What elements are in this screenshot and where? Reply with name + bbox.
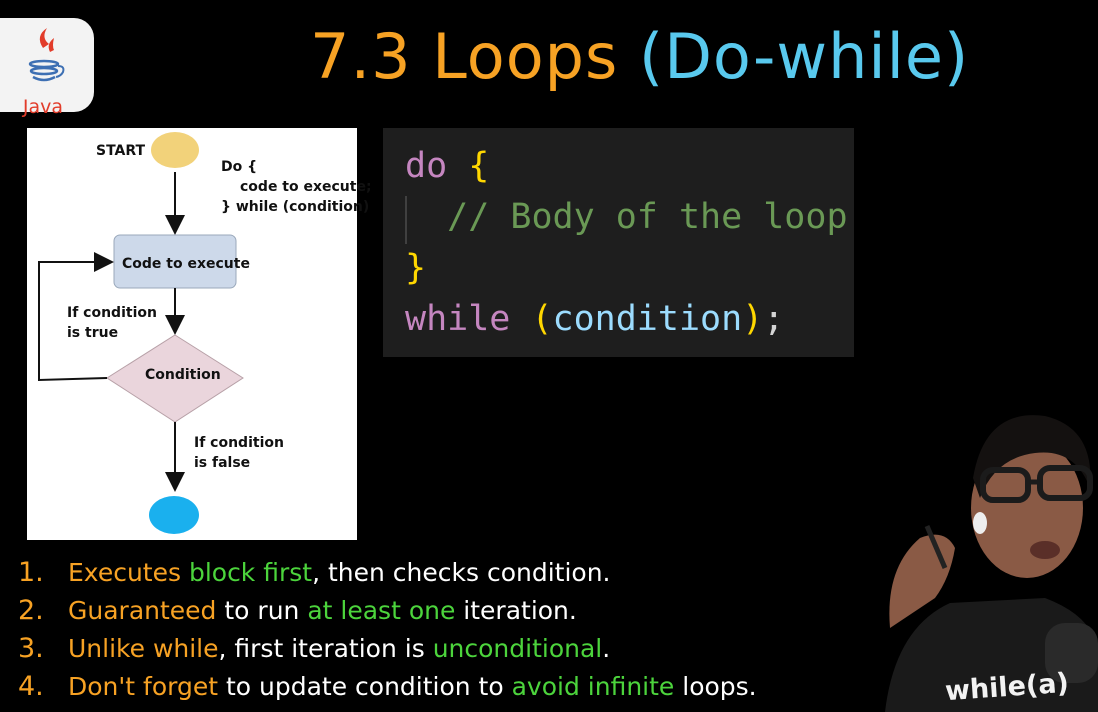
key-points-list: 1. Executes block first, then checks cond…	[18, 554, 757, 706]
point-text: Guaranteed	[68, 596, 217, 625]
syntax-line-1: Do {	[221, 159, 258, 175]
point-2: 2. Guaranteed to run at least one iterati…	[18, 592, 757, 630]
do-keyword: do	[405, 146, 448, 186]
false-branch-label-2: is false	[194, 455, 251, 471]
point-text: at least one	[307, 596, 456, 625]
page-title: 7.3 Loops (Do-while)	[310, 18, 969, 96]
code-line-2: // Body of the loop	[405, 195, 848, 239]
java-logo-text: Java	[22, 96, 64, 118]
point-3: 3. Unlike while, first iteration is uncon…	[18, 630, 757, 668]
point-text: Don't forget	[68, 672, 218, 701]
code-line-4: while (condition);	[405, 297, 784, 341]
point-number: 1.	[18, 557, 44, 588]
point-text: avoid infinite	[511, 672, 675, 701]
point-text: unconditional	[432, 634, 603, 663]
point-text: iteration.	[455, 596, 577, 625]
open-paren: (	[531, 299, 553, 339]
point-text: Executes	[68, 558, 189, 587]
true-branch-label-1: If condition	[67, 305, 157, 321]
point-text: to run	[216, 596, 308, 625]
point-text: , first iteration is	[218, 634, 433, 663]
java-logo: Java	[0, 18, 94, 118]
point-4: 4. Don't forget to update condition to av…	[18, 668, 757, 706]
point-1: 1. Executes block first, then checks cond…	[18, 554, 757, 592]
code-line-3: }	[405, 246, 426, 290]
true-branch-label-2: is true	[67, 325, 119, 341]
end-node	[149, 496, 199, 534]
point-text: , then checks condition.	[312, 558, 611, 587]
decision-label: Condition	[145, 367, 221, 383]
point-text: Unlike while	[68, 634, 219, 663]
syntax-line-3: } while (condition)	[221, 199, 370, 215]
semicolon: ;	[763, 299, 785, 339]
point-text: block first	[188, 558, 313, 587]
open-brace: {	[468, 146, 490, 186]
point-number: 4.	[18, 671, 44, 702]
point-number: 3.	[18, 633, 44, 664]
false-branch-label-1: If condition	[194, 435, 284, 451]
point-text: to update condition to	[218, 672, 512, 701]
process-label: Code to execute	[122, 256, 250, 272]
start-node	[151, 132, 199, 168]
while-keyword: while	[405, 299, 511, 339]
code-line-1: do {	[405, 144, 489, 188]
point-number: 2.	[18, 595, 44, 626]
flowchart-diagram: START Do { code to execute; } while (con…	[27, 128, 372, 540]
syntax-line-2: code to execute;	[240, 179, 372, 195]
code-panel: do { // Body of the loop } while (condit…	[383, 128, 854, 357]
start-label: START	[96, 143, 146, 159]
title-main: 7.3 Loops	[310, 20, 639, 93]
body-comment: // Body of the loop	[447, 197, 848, 237]
title-sub: (Do-while)	[639, 20, 970, 93]
point-text: loops.	[674, 672, 757, 701]
close-brace: }	[405, 248, 427, 288]
close-paren: )	[742, 299, 764, 339]
presenter-figure	[885, 415, 1098, 712]
condition-identifier: condition	[552, 299, 743, 339]
point-text: .	[602, 634, 611, 663]
